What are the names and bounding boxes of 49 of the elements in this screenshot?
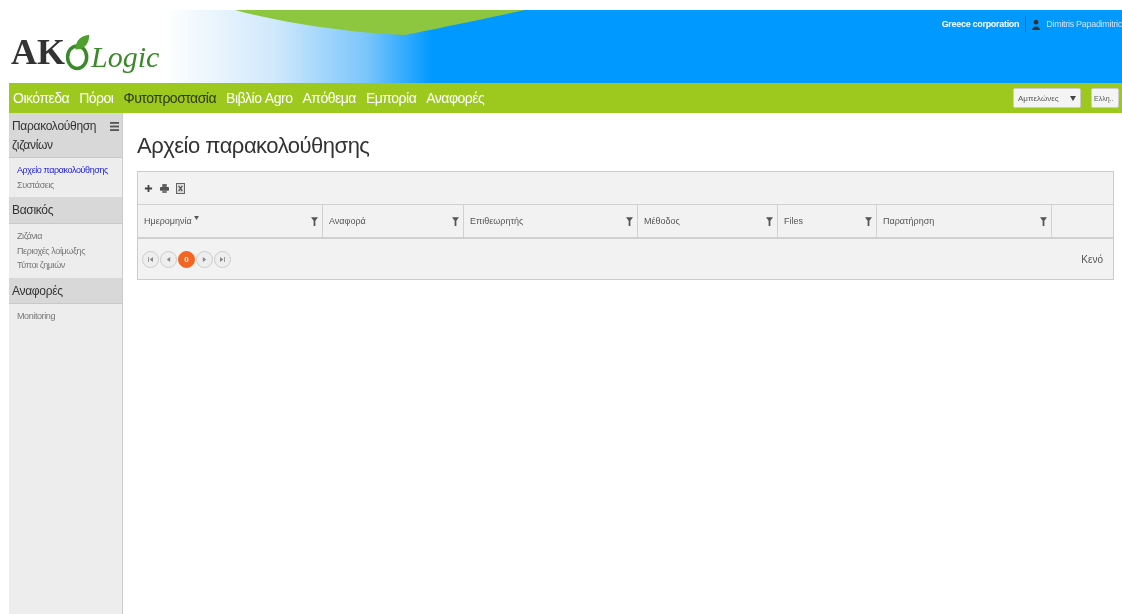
column-header[interactable]: Επιθεωρητής — [464, 205, 638, 237]
column-header[interactable]: Παρατήρηση — [877, 205, 1052, 237]
menu-icon[interactable] — [110, 122, 119, 131]
filter-icon[interactable] — [311, 216, 318, 226]
section-title: Αναφορές — [12, 282, 64, 300]
column-title: Files — [784, 216, 803, 226]
next-icon — [202, 256, 207, 262]
column-header[interactable]: Ημερομηνία — [138, 205, 323, 237]
first-page-button[interactable] — [142, 250, 159, 268]
user-icon — [1032, 18, 1041, 30]
add-icon[interactable] — [144, 182, 153, 194]
logo-text: Logic — [91, 42, 160, 72]
column-header[interactable]: Μέθοδος — [638, 205, 778, 237]
previous-icon — [166, 256, 171, 262]
filter-icon[interactable] — [626, 216, 633, 226]
column-title: Μέθοδος — [644, 216, 680, 226]
column-title: Παρατήρηση — [883, 216, 935, 226]
logo-text: AK — [11, 34, 65, 70]
sidebar-item[interactable]: Συστάσεις — [17, 178, 122, 192]
status-text: Κενό — [1081, 253, 1103, 265]
page-title: Αρχείο παρακολούθησης — [137, 133, 371, 159]
filter-icon[interactable] — [766, 216, 773, 226]
last-page-icon — [220, 256, 225, 262]
sidebar-item[interactable]: Αρχείο παρακολούθησης — [17, 164, 122, 177]
sidebar-item[interactable]: Περιοχές λοίμωξης — [17, 244, 122, 258]
filter-icon[interactable] — [865, 216, 872, 226]
spreadsheet-icon[interactable] — [176, 182, 185, 194]
caret-icon — [1070, 95, 1076, 101]
section-title: Βασικός — [12, 202, 55, 220]
crop-select[interactable]: Αμπελώνες — [1013, 88, 1081, 108]
print-icon[interactable] — [160, 182, 169, 194]
column-header[interactable]: Files — [778, 205, 877, 237]
leaf-logo-icon — [65, 32, 91, 72]
section-title: Παρακολούθηση ζιζανίων — [12, 118, 98, 154]
column-title: Ημερομηνία — [144, 216, 192, 226]
sidebar-item[interactable]: Monitoring — [17, 310, 122, 323]
user-name[interactable]: Dimitris Papadimitric — [1046, 19, 1122, 29]
column-title: Επιθεωρητής — [470, 216, 524, 226]
first-page-icon — [148, 256, 153, 262]
last-page-button[interactable] — [214, 250, 231, 268]
sidebar-item[interactable]: Ζιζάνια — [17, 229, 122, 243]
company-name: Greece corporation — [941, 19, 1020, 29]
page-number-button[interactable]: 0 — [178, 250, 195, 268]
filter-icon[interactable] — [1040, 216, 1047, 226]
filter-icon[interactable] — [452, 216, 459, 226]
column-title: Αναφορά — [329, 216, 366, 226]
column-header[interactable]: Αναφορά — [323, 205, 464, 237]
nav-item[interactable]: Φυτοπροστασία — [123, 90, 217, 106]
sidebar-item[interactable]: Τύποι ζημιών — [17, 259, 122, 272]
